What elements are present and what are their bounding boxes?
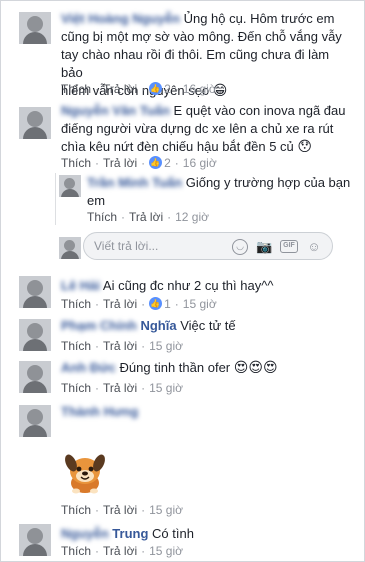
comment-line: cũng bị một mợ sờ vào mông. Đến chỗ vắng… (61, 29, 342, 44)
comment-line: điếng người vừa dựng dc xe lên a chủ xe … (61, 121, 334, 136)
comment-line: em (87, 193, 106, 208)
timestamp[interactable]: 16 giờ (183, 156, 217, 170)
commenter-name-suffix[interactable]: Trung (112, 525, 148, 543)
comment-actions: Thích · Trả lời · 15 giờ (61, 544, 183, 558)
reply-button[interactable]: Trả lời (103, 339, 137, 353)
comment-line: tay chào nhau rồi đi thôi. Em cũng chưa … (61, 47, 330, 80)
comment-actions: Thích · Trả lời · 15 giờ (61, 381, 183, 395)
like-button[interactable]: Thích (61, 381, 91, 395)
like-button[interactable]: Thích (61, 503, 91, 517)
timestamp[interactable]: 15 giờ (149, 381, 183, 395)
reply-placeholder: Viết trả lời... (94, 239, 159, 253)
like-badge-icon (149, 296, 163, 312)
comment-line: E quệt vào con inova ngã đau (173, 103, 346, 118)
avatar (59, 237, 81, 259)
camera-icon[interactable]: 📷 (256, 239, 272, 255)
commenter-name[interactable]: Thành Hưng (61, 403, 138, 421)
avatar[interactable] (19, 107, 51, 139)
like-badge-icon (149, 81, 163, 97)
reply-button[interactable]: Trả lời (103, 544, 137, 558)
comment-actions: Thích · Trả lời · 12 giờ (87, 210, 209, 224)
comment-text: Trần Minh Tuấn Giống y trường hợp của bạ… (87, 174, 357, 210)
avatar[interactable] (19, 319, 51, 351)
comment-actions: Thích · Trả lời · 15 giờ (61, 503, 183, 517)
avatar[interactable] (19, 276, 51, 308)
reply-button[interactable]: Trả lời (103, 156, 137, 170)
comment-text: Anh Đức Đúng tinh thần ofer 😍😍😍 (61, 359, 351, 377)
dog-sticker[interactable] (61, 449, 109, 497)
like-count[interactable]: 2 (164, 82, 171, 96)
reply-button[interactable]: Trả lời (103, 297, 137, 311)
reply-input[interactable]: Viết trả lời... ◡ 📷 GIF ☺ (83, 232, 333, 260)
like-button[interactable]: Thích (61, 82, 91, 96)
timestamp[interactable]: 16 giờ (183, 82, 217, 96)
commenter-name[interactable]: Lê Hải (61, 277, 100, 295)
reply-button[interactable]: Trả lời (129, 210, 163, 224)
comment-actions: Thích·Trả lời·2·16 giờ (61, 155, 217, 171)
comment-actions: Thích·Trả lời·1·15 giờ (61, 296, 217, 312)
comment-actions: Thích · Trả lời · 15 giờ (61, 339, 183, 353)
commenter-name[interactable]: Trần Minh Tuấn (87, 174, 182, 192)
sticker-icon[interactable]: ☺ (306, 239, 322, 255)
comment-line: Ai cũng đc như 2 cụ thì hay^^ (102, 278, 274, 293)
like-button[interactable]: Thích (61, 156, 91, 170)
timestamp[interactable]: 15 giờ (149, 339, 183, 353)
comment-line: Việc tử tế (180, 318, 236, 333)
like-button[interactable]: Thích (61, 339, 91, 353)
comment-thread: Việt Hoàng Nguyễn Ủng hộ cụ. Hôm trước e… (0, 0, 365, 562)
comment-text: Thành Hưng (61, 403, 351, 421)
like-button[interactable]: Thích (87, 210, 117, 224)
timestamp[interactable]: 15 giờ (149, 503, 183, 517)
avatar[interactable] (19, 405, 51, 437)
commenter-name[interactable]: Việt Hoàng Nguyễn (61, 10, 180, 28)
heart-eyes-emoji-icon: 😍😍😍 (233, 359, 278, 375)
timestamp[interactable]: 15 giờ (149, 544, 183, 558)
reply-thread-line (55, 173, 56, 225)
avatar[interactable] (19, 361, 51, 393)
like-count[interactable]: 2 (164, 156, 171, 170)
avatar[interactable] (19, 12, 51, 44)
reply-button[interactable]: Trả lời (103, 82, 137, 96)
commenter-name-suffix[interactable]: Nghĩa (140, 317, 176, 335)
reply-button[interactable]: Trả lời (103, 503, 137, 517)
gif-icon[interactable]: GIF (280, 240, 298, 253)
commenter-name[interactable]: Anh Đức (61, 359, 116, 377)
comment-actions: Thích·Trả lời·2·16 giờ (61, 81, 217, 97)
comment-line: Đúng tinh thần ofer (119, 360, 231, 375)
comment-line: chìa kêu nứt đèn chiếu hậu bắt đền 5 củ (61, 139, 294, 154)
commenter-name[interactable]: Nguyễn (61, 525, 109, 543)
like-button[interactable]: Thích (61, 297, 91, 311)
commenter-name[interactable]: Nguyễn Văn Tuấn (61, 102, 170, 120)
reply-button[interactable]: Trả lời (103, 381, 137, 395)
comment-text: Nguyễn Văn Tuấn E quệt vào con inova ngã… (61, 102, 356, 156)
timestamp[interactable]: 12 giờ (175, 210, 209, 224)
comment-text: Phạm Chính Nghĩa Việc tử tế (61, 317, 351, 335)
timestamp[interactable]: 15 giờ (183, 297, 217, 311)
comment-text: Nguyễn Trung Có tình (61, 525, 351, 543)
like-count[interactable]: 1 (164, 297, 171, 311)
comment-line: Giống y trường hợp của bạn (185, 175, 351, 190)
avatar[interactable] (19, 524, 51, 556)
comment-line: Ủng hộ cụ. Hôm trước em (183, 11, 335, 26)
like-button[interactable]: Thích (61, 544, 91, 558)
comment-text: Lê Hải Ai cũng đc như 2 cụ thì hay^^ (61, 277, 351, 295)
avatar[interactable] (59, 175, 81, 197)
emoji-icon[interactable]: ◡ (232, 239, 248, 255)
surprised-emoji-icon: 😯 (297, 138, 312, 154)
commenter-name[interactable]: Phạm Chính (61, 317, 137, 335)
like-badge-icon (149, 155, 163, 171)
comment-line: Có tình (152, 526, 194, 541)
